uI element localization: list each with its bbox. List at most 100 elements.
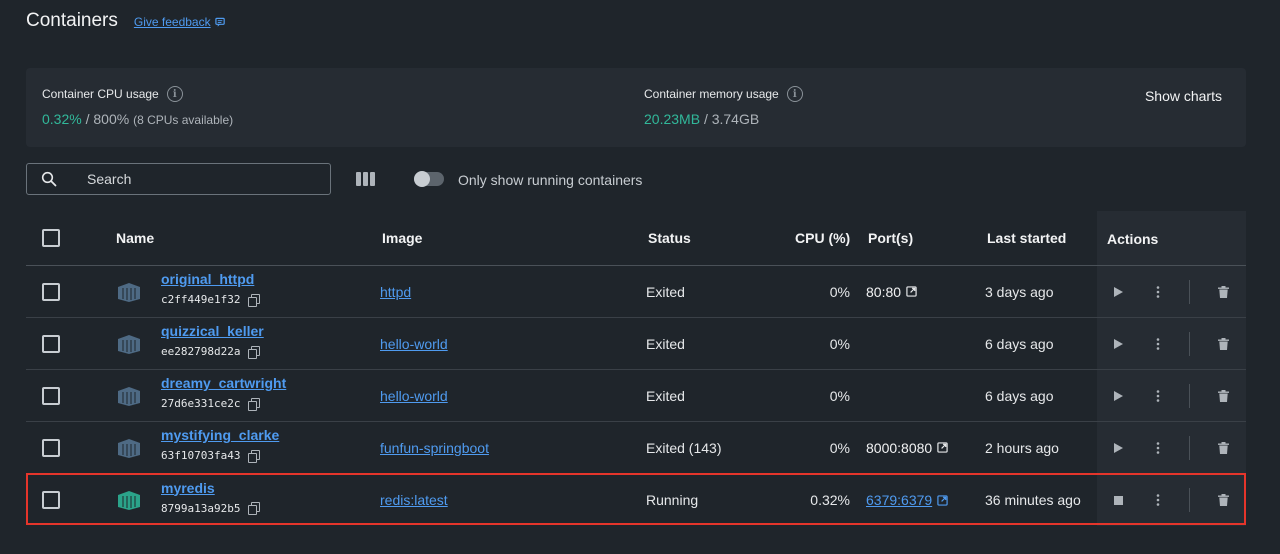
row-check-cell: [42, 266, 60, 317]
container-id: 27d6e331ce2c: [161, 397, 241, 410]
memory-total: 3.74GB: [711, 111, 760, 127]
external-link-icon[interactable]: [937, 494, 948, 506]
table-row[interactable]: myredis 8799a13a92b5 redis:latest Running 0.…: [26, 474, 1246, 526]
image-link[interactable]: hello-world: [380, 336, 448, 352]
delete-button[interactable]: [1216, 422, 1230, 473]
header-status[interactable]: Status: [648, 211, 691, 265]
table-row[interactable]: dreamy_cartwright 27d6e331ce2c hello-world…: [26, 370, 1246, 422]
memory-usage: Container memory usage i 20.23MB / 3.74G…: [644, 86, 803, 127]
last-started: 2 hours ago: [985, 439, 1059, 456]
row-checkbox[interactable]: [42, 334, 60, 353]
delete-button[interactable]: [1216, 266, 1230, 317]
cpu-value: 0%: [829, 387, 850, 404]
external-link-icon[interactable]: [906, 286, 917, 297]
container-icon: [118, 491, 140, 510]
image-link[interactable]: hello-world: [380, 388, 448, 404]
container-id: 63f10703fa43: [161, 449, 241, 462]
table-row[interactable]: mystifying_clarke 63f10703fa43 funfun-spri…: [26, 422, 1246, 474]
select-all-checkbox[interactable]: [42, 229, 60, 247]
trash-icon: [1217, 337, 1229, 350]
image-cell: funfun-springboot: [380, 422, 489, 473]
port-value: 6379:6379: [866, 492, 933, 508]
more-button[interactable]: [1151, 474, 1165, 526]
image-link[interactable]: httpd: [380, 284, 411, 300]
more-vertical-icon: [1156, 389, 1160, 402]
cpu-value: 0.32%: [810, 492, 850, 508]
copy-icon[interactable]: [248, 397, 261, 411]
table-row[interactable]: quizzical_keller ee282798d22a hello-world E…: [26, 318, 1246, 370]
image-cell: httpd: [380, 266, 411, 317]
copy-icon[interactable]: [248, 345, 261, 359]
port-mapping[interactable]: 6379:6379: [866, 492, 948, 508]
delete-button[interactable]: [1216, 370, 1230, 421]
more-button[interactable]: [1151, 422, 1165, 473]
toggle-knob: [414, 171, 430, 187]
container-name-link[interactable]: quizzical_keller: [161, 323, 264, 339]
container-icon-cell: [116, 318, 142, 369]
stop-icon: [1113, 495, 1123, 505]
more-button[interactable]: [1151, 318, 1165, 369]
header-last-started[interactable]: Last started: [987, 211, 1066, 265]
port-value: 8000:8080: [866, 439, 933, 456]
last-started: 6 days ago: [985, 387, 1054, 404]
port-mapping[interactable]: 80:80: [866, 284, 917, 300]
more-button[interactable]: [1151, 266, 1165, 317]
info-icon[interactable]: i: [786, 86, 803, 102]
cpu-separator: /: [85, 111, 90, 127]
header-name[interactable]: Name: [116, 211, 154, 265]
container-icon: [118, 386, 140, 406]
header-image[interactable]: Image: [382, 211, 422, 265]
search-box: [26, 163, 331, 195]
name-cell: myredis 8799a13a92b5: [161, 474, 261, 526]
container-name-link[interactable]: original_httpd: [161, 271, 259, 287]
container-name-link[interactable]: dreamy_cartwright: [161, 375, 286, 391]
start-button[interactable]: [1111, 318, 1125, 369]
row-check-cell: [42, 318, 60, 369]
image-cell: hello-world: [380, 370, 448, 421]
row-checkbox[interactable]: [42, 438, 60, 457]
last-started: 6 days ago: [985, 335, 1054, 352]
trash-icon: [1217, 494, 1229, 506]
table-row[interactable]: original_httpd c2ff449e1f32 httpd Exited 0% 8…: [26, 266, 1246, 318]
external-link-icon[interactable]: [937, 442, 948, 453]
ports-cell: 6379:6379: [866, 474, 948, 526]
row-checkbox[interactable]: [42, 386, 60, 405]
status-text: Exited (143): [646, 439, 722, 456]
last-started: 3 days ago: [985, 283, 1054, 300]
more-button[interactable]: [1151, 370, 1165, 421]
container-id-row: c2ff449e1f32: [161, 293, 261, 307]
port-mapping[interactable]: 8000:8080: [866, 440, 948, 456]
memory-usage-label-row: Container memory usage i: [644, 86, 803, 102]
show-charts-button[interactable]: Show charts: [1145, 88, 1222, 104]
cpu-cell: 0%: [766, 318, 850, 369]
image-link[interactable]: redis:latest: [380, 492, 448, 508]
start-button[interactable]: [1111, 266, 1125, 317]
row-checkbox[interactable]: [42, 282, 60, 301]
stop-button[interactable]: [1111, 474, 1125, 526]
container-name-link[interactable]: mystifying_clarke: [161, 427, 279, 443]
more-vertical-icon: [1156, 337, 1160, 350]
cpu-value: 0%: [829, 283, 850, 300]
columns-icon[interactable]: [356, 172, 376, 186]
cpu-cell: 0%: [766, 370, 850, 421]
header-cpu[interactable]: CPU (%): [795, 211, 850, 265]
running-only-toggle[interactable]: [414, 171, 444, 187]
copy-icon[interactable]: [248, 449, 261, 463]
delete-button[interactable]: [1216, 474, 1230, 526]
info-icon[interactable]: i: [166, 86, 183, 102]
start-button[interactable]: [1111, 422, 1125, 473]
copy-icon[interactable]: [248, 293, 261, 307]
container-name-link[interactable]: myredis: [161, 480, 259, 496]
status-cell: Exited: [646, 266, 685, 317]
status-text: Running: [646, 492, 699, 508]
delete-button[interactable]: [1216, 318, 1230, 369]
start-button[interactable]: [1111, 370, 1125, 421]
row-checkbox[interactable]: [42, 491, 60, 509]
container-icon: [118, 438, 140, 458]
image-link[interactable]: funfun-springboot: [380, 440, 489, 456]
copy-icon[interactable]: [248, 502, 261, 515]
header-ports[interactable]: Port(s): [868, 211, 913, 265]
memory-used: 20.23MB: [644, 111, 701, 127]
give-feedback-link[interactable]: Give feedback: [134, 15, 226, 29]
search-input[interactable]: [87, 164, 317, 194]
